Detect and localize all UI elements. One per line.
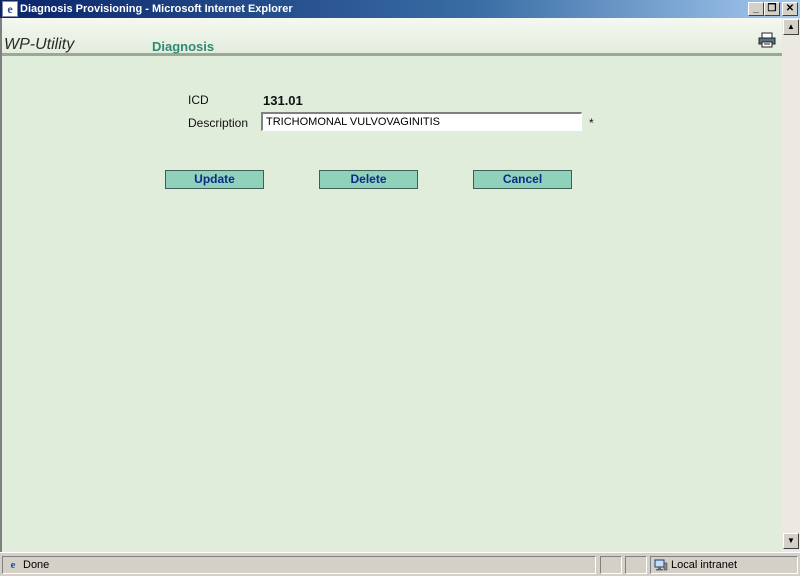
minimize-button[interactable]: _ <box>748 2 764 16</box>
zone-text: Local intranet <box>671 559 738 571</box>
section-title: Diagnosis <box>152 39 215 54</box>
status-pane-zone: Local intranet <box>650 556 798 574</box>
ie-page-icon: e <box>10 559 16 571</box>
required-marker: * <box>589 116 594 130</box>
brand-logo: WP-Utility <box>4 36 75 53</box>
scroll-up-icon[interactable]: ▲ <box>783 19 799 35</box>
status-bar: e Done Local intranet <box>0 552 800 576</box>
ie-icon: e <box>2 1 18 17</box>
status-pane-main: e Done <box>2 556 596 574</box>
page-content: WP-Utility Diagnosis ICD 131.01 Descript… <box>0 18 782 552</box>
scroll-down-icon[interactable]: ▼ <box>783 533 799 549</box>
window-title: Diagnosis Provisioning - Microsoft Inter… <box>20 3 293 15</box>
print-icon[interactable] <box>758 32 776 48</box>
restore-button[interactable]: ❐ <box>764 2 780 16</box>
icd-value: 131.01 <box>263 93 303 108</box>
delete-button[interactable]: Delete <box>319 170 418 189</box>
cancel-button[interactable]: Cancel <box>473 170 572 189</box>
vertical-scrollbar[interactable]: ▲ ▼ <box>782 18 800 552</box>
status-pane-secondary <box>600 556 622 574</box>
icd-label: ICD <box>188 93 209 107</box>
local-intranet-icon <box>654 559 668 571</box>
window-title-bar[interactable]: e Diagnosis Provisioning - Microsoft Int… <box>0 0 800 18</box>
close-button[interactable]: ✕ <box>782 2 798 16</box>
update-button[interactable]: Update <box>165 170 264 189</box>
description-input[interactable] <box>261 112 582 131</box>
page-header: WP-Utility Diagnosis <box>2 18 782 56</box>
status-text: Done <box>23 559 50 571</box>
description-label: Description <box>188 116 249 130</box>
status-pane-tertiary <box>625 556 647 574</box>
